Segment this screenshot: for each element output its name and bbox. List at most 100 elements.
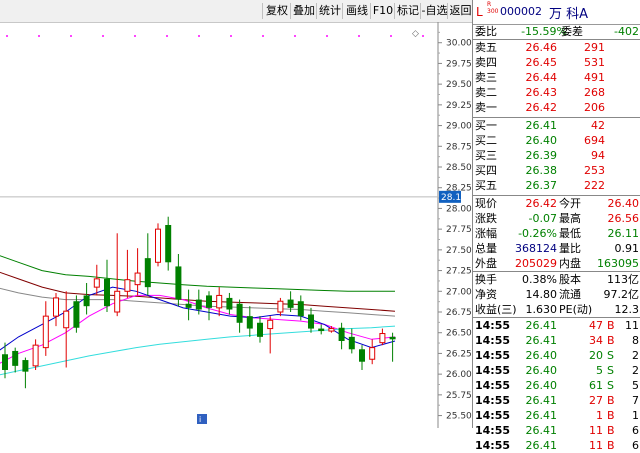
tick-direction: B: [607, 424, 615, 437]
sell-price: 26.45: [525, 56, 558, 69]
stat-value: 163095: [597, 257, 639, 270]
candle-body: [175, 266, 182, 300]
sell-level-row: 卖四 26.45 531: [473, 55, 640, 70]
sell-price: 26.43: [525, 86, 558, 99]
buy-level-row: 买一 26.41 42: [473, 118, 640, 133]
sell-level-row: 卖一 26.42 206: [473, 100, 640, 115]
tick-volume: 11: [589, 439, 603, 452]
quote-stat-row: 总量 368124 量比 0.91: [473, 241, 640, 256]
back-button[interactable]: 返回: [447, 3, 473, 19]
tick-price: 26.41: [525, 394, 558, 407]
fund-label: 净资: [475, 288, 497, 301]
sell-volume: 291: [584, 41, 605, 54]
stat-label: 内盘: [559, 257, 581, 270]
info-marker-glyph: i: [199, 415, 201, 424]
tick-volume: 20: [589, 349, 603, 362]
y-tick-label: 26.25: [446, 349, 472, 359]
candle-body: [83, 295, 90, 307]
market-badge: L: [476, 5, 483, 19]
fundamental-row: 净资 14.80 流通 97.2亿: [473, 287, 640, 302]
candle-body: [104, 278, 110, 307]
tick-row: 14:55 26.41 1 B 1: [473, 408, 640, 423]
sell-price: 26.46: [525, 41, 558, 54]
y-tick-label: 29.75: [446, 59, 472, 69]
y-tick-label: 27.75: [446, 225, 472, 235]
tick-price: 26.41: [525, 409, 558, 422]
weibi-label: 委比: [475, 25, 497, 38]
y-tick-label: 26.00: [446, 370, 472, 380]
tick-volume: 61: [589, 379, 603, 392]
stat-value: -0.26%: [518, 227, 557, 240]
buy-level-label: 买一: [475, 119, 497, 132]
ma-line: [0, 255, 395, 292]
buy-level-label: 买三: [475, 149, 497, 162]
tick-volume: 1: [596, 409, 603, 422]
tick-count: 8: [632, 334, 639, 347]
tick-direction: B: [607, 334, 615, 347]
tick-direction: S: [607, 364, 614, 377]
buy-price: 26.39: [525, 149, 558, 162]
fundamental-row: 换手 0.38% 股本 113亿: [473, 272, 640, 287]
sell-level-label: 卖一: [475, 101, 497, 114]
kline-chart[interactable]: ◇30.0029.7529.5029.2529.0028.7528.5028.2…: [0, 22, 472, 428]
candle-body: [267, 319, 274, 330]
fund-label: PE(动): [559, 303, 593, 316]
tick-time: 14:55: [475, 364, 511, 377]
y-tick-label: 27.50: [446, 246, 472, 256]
tick-price: 26.41: [525, 424, 558, 437]
y-tick-label: 26.50: [446, 329, 472, 339]
tick-row: 14:55 26.41 11 B 6: [473, 423, 640, 438]
buy-volume: 694: [584, 134, 605, 147]
draw-line-button[interactable]: 画线: [342, 3, 371, 19]
remove-watchlist-button[interactable]: -自选: [420, 3, 448, 19]
fund-value: 0.38%: [522, 273, 557, 286]
candle-body: [226, 297, 233, 310]
top-marker-dot: [166, 35, 168, 37]
buy-price: 26.38: [525, 164, 558, 177]
tick-row: 14:55 26.41 27 B 7: [473, 393, 640, 408]
weicha-value: -402: [614, 25, 639, 38]
y-tick-label: 29.25: [446, 101, 472, 111]
ma-line: [0, 286, 396, 351]
y-tick-label: 27.00: [446, 287, 472, 297]
buy-volume: 253: [584, 164, 605, 177]
fund-value: 14.80: [525, 288, 558, 301]
sell-price: 26.44: [525, 71, 558, 84]
sell-level-row: 卖三 26.44 491: [473, 70, 640, 85]
top-marker-dot: [262, 35, 264, 37]
y-tick-label: 28.50: [446, 163, 472, 173]
mark-button[interactable]: 标记: [394, 3, 421, 19]
weibi-row: 委比 -15.59% 委差 -402: [473, 24, 640, 39]
tick-volume: 27: [589, 394, 603, 407]
fund-value: 12.3: [614, 303, 640, 316]
statistics-button[interactable]: 统计: [316, 3, 343, 19]
y-tick-label: 29.00: [446, 122, 472, 132]
stat-label: 最高: [559, 212, 581, 225]
tick-count: 5: [632, 379, 639, 392]
stock-code: 000002: [500, 5, 542, 18]
sell-level-label: 卖五: [475, 41, 497, 54]
tick-row: 14:55 26.41 11 B 6: [473, 438, 640, 453]
y-tick-label: 25.75: [446, 391, 472, 401]
fuquan-button[interactable]: 复权: [262, 3, 291, 19]
candle-body: [42, 315, 49, 349]
candle-body: [22, 360, 29, 372]
tick-volume: 34: [589, 334, 603, 347]
f10-button[interactable]: F10: [370, 3, 395, 19]
tick-price: 26.40: [525, 379, 558, 392]
buy-level-row: 买四 26.38 253: [473, 163, 640, 178]
tick-price: 26.40: [525, 364, 558, 377]
tick-price: 26.41: [525, 319, 558, 332]
candle-body: [53, 297, 59, 317]
top-marker-dot: [6, 35, 8, 37]
top-marker-dot: [70, 35, 72, 37]
tick-row: 14:55 26.41 47 B 11: [473, 318, 640, 333]
candle-body: [12, 350, 19, 366]
tick-price: 26.41: [525, 334, 558, 347]
candle-body: [246, 316, 253, 329]
board-badge: R 300: [487, 1, 499, 15]
tick-count: 11: [625, 319, 639, 332]
stock-header: L R 300 000002 万 科A: [473, 0, 640, 25]
buy-price: 26.41: [525, 119, 558, 132]
overlay-button[interactable]: 叠加: [290, 3, 317, 19]
